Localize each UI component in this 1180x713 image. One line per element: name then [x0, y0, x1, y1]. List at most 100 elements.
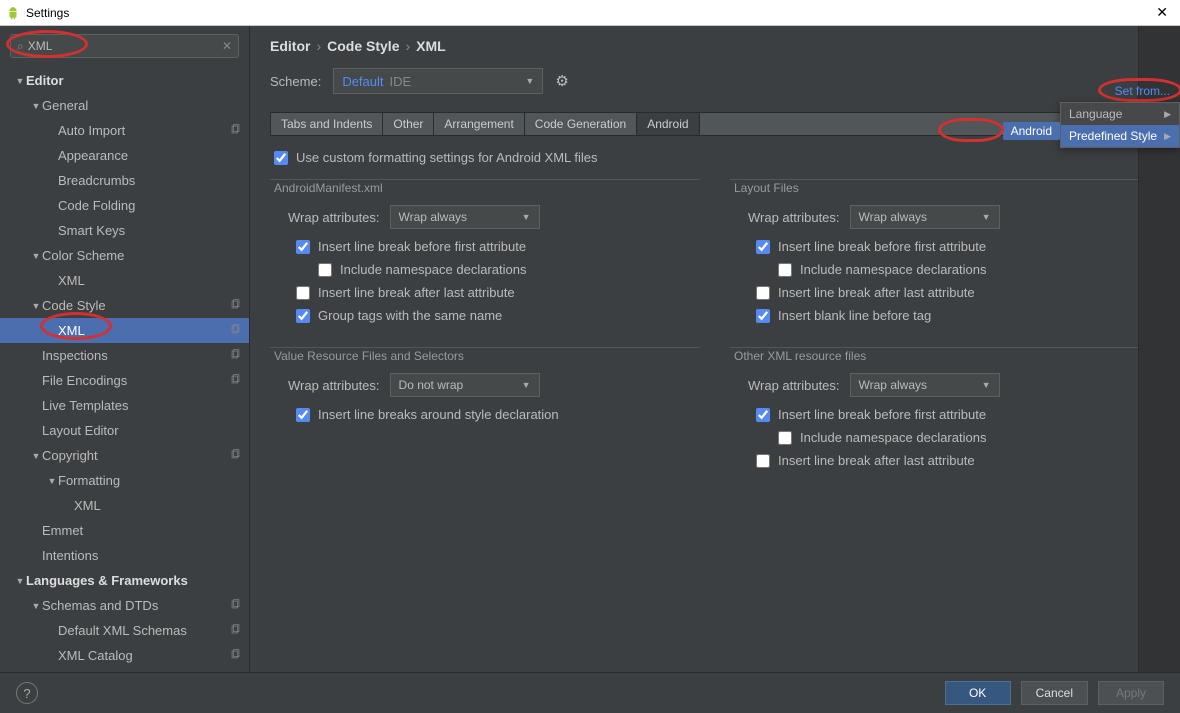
- copy-icon: [230, 299, 241, 313]
- ok-button[interactable]: OK: [945, 681, 1011, 705]
- tree-item-xml[interactable]: XML: [0, 493, 249, 518]
- tree-item-live-templates[interactable]: Live Templates: [0, 393, 249, 418]
- tree-item-breadcrumbs[interactable]: Breadcrumbs: [0, 168, 249, 193]
- arrow-icon: [30, 251, 42, 261]
- title-text: Settings: [26, 6, 69, 20]
- close-icon[interactable]: ✕: [1150, 4, 1174, 21]
- help-icon[interactable]: ?: [16, 682, 38, 704]
- tree-item-code-style[interactable]: Code Style: [0, 293, 249, 318]
- tree-label: XML: [58, 323, 230, 338]
- chk-blank-layout[interactable]: [756, 309, 770, 323]
- tree-item-code-folding[interactable]: Code Folding: [0, 193, 249, 218]
- tree-label: XML: [74, 498, 241, 513]
- copy-icon: [230, 324, 241, 338]
- tree-label: Schemas and DTDs: [42, 598, 230, 613]
- tree-label: Formatting: [58, 473, 241, 488]
- menu-predefined[interactable]: Predefined Style▶: [1061, 125, 1179, 147]
- scheme-label: Scheme:: [270, 74, 321, 89]
- tree-item-editor[interactable]: Editor: [0, 68, 249, 93]
- tab-code-generation[interactable]: Code Generation: [525, 113, 637, 135]
- tree-item-xml[interactable]: XML: [0, 318, 249, 343]
- chk-ns-manifest[interactable]: [318, 263, 332, 277]
- tree-item-auto-import[interactable]: Auto Import: [0, 118, 249, 143]
- chk-ns-other[interactable]: [778, 431, 792, 445]
- breadcrumb: Editor›Code Style›XML: [270, 38, 1160, 54]
- submenu-android[interactable]: Android: [1003, 122, 1060, 140]
- wrap-select-other[interactable]: Wrap always▼: [850, 373, 1000, 397]
- use-custom-label: Use custom formatting settings for Andro…: [296, 150, 598, 165]
- wrap-select-layout[interactable]: Wrap always▼: [850, 205, 1000, 229]
- tree-item-xml[interactable]: XML: [0, 268, 249, 293]
- sidebar: ⌕ ✕ Editor General Auto Import Appearance Br…: [0, 26, 250, 672]
- tree-item-inspections[interactable]: Inspections: [0, 343, 249, 368]
- tree-label: Code Folding: [58, 198, 241, 213]
- footer: ? OK Cancel Apply: [0, 672, 1180, 713]
- chevron-down-icon: ▼: [525, 76, 534, 86]
- setfrom-menu: Language▶ Predefined Style▶: [1060, 102, 1180, 148]
- chk-group-manifest[interactable]: [296, 309, 310, 323]
- copy-icon: [230, 124, 241, 138]
- tree-item-intentions[interactable]: Intentions: [0, 543, 249, 568]
- apply-button[interactable]: Apply: [1098, 681, 1164, 705]
- copy-icon: [230, 349, 241, 363]
- wrap-select-manifest[interactable]: Wrap always▼: [390, 205, 540, 229]
- tree-label: Copyright: [42, 448, 230, 463]
- tree-item-color-scheme[interactable]: Color Scheme: [0, 243, 249, 268]
- tree-item-copyright[interactable]: Copyright: [0, 443, 249, 468]
- tree-label: Layout Editor: [42, 423, 241, 438]
- tab-tabs-and-indents[interactable]: Tabs and Indents: [271, 113, 383, 135]
- clear-search-icon[interactable]: ✕: [222, 39, 232, 53]
- tree-item-schemas-and-dtds[interactable]: Schemas and DTDs: [0, 593, 249, 618]
- tree-item-appearance[interactable]: Appearance: [0, 143, 249, 168]
- titlebar: Settings ✕: [0, 0, 1180, 26]
- chk-ns-layout[interactable]: [778, 263, 792, 277]
- arrow-icon: [14, 576, 26, 586]
- arrow-icon: [30, 101, 42, 111]
- chk-lb-style-values[interactable]: [296, 408, 310, 422]
- chk-lb-last-manifest[interactable]: [296, 286, 310, 300]
- tree-item-xml-catalog[interactable]: XML Catalog: [0, 643, 249, 668]
- tree-label: Auto Import: [58, 123, 230, 138]
- tree-label: Color Scheme: [42, 248, 241, 263]
- copy-icon: [230, 624, 241, 638]
- tree-label: General: [42, 98, 241, 113]
- chk-lb-first-layout[interactable]: [756, 240, 770, 254]
- cancel-button[interactable]: Cancel: [1021, 681, 1088, 705]
- use-custom-checkbox[interactable]: [274, 151, 288, 165]
- chk-lb-first-other[interactable]: [756, 408, 770, 422]
- tree-label: Live Templates: [42, 398, 241, 413]
- tree-label: Appearance: [58, 148, 241, 163]
- wrap-attr-label: Wrap attributes:: [288, 210, 380, 225]
- tree-label: XML: [58, 273, 241, 288]
- tree-label: Smart Keys: [58, 223, 241, 238]
- set-from-link[interactable]: Set from...: [1109, 82, 1180, 100]
- tree-label: Intentions: [42, 548, 241, 563]
- settings-tree: Editor General Auto Import Appearance Breadc…: [0, 64, 249, 672]
- arrow-icon: [30, 601, 42, 611]
- menu-language[interactable]: Language▶: [1061, 103, 1179, 125]
- scheme-select[interactable]: DefaultIDE ▼: [333, 68, 543, 94]
- tree-label: Default XML Schemas: [58, 623, 230, 638]
- chk-lb-first-manifest[interactable]: [296, 240, 310, 254]
- tab-android[interactable]: Android: [637, 113, 699, 135]
- tree-item-default-xml-schemas[interactable]: Default XML Schemas: [0, 618, 249, 643]
- chk-lb-last-other[interactable]: [756, 454, 770, 468]
- tree-item-formatting[interactable]: Formatting: [0, 468, 249, 493]
- copy-icon: [230, 449, 241, 463]
- tree-label: Languages & Frameworks: [26, 573, 241, 588]
- tree-item-smart-keys[interactable]: Smart Keys: [0, 218, 249, 243]
- group-other: Other XML resource files Wrap attributes…: [730, 339, 1160, 472]
- tab-other[interactable]: Other: [383, 113, 434, 135]
- tree-item-file-encodings[interactable]: File Encodings: [0, 368, 249, 393]
- tree-item-languages-&-frameworks[interactable]: Languages & Frameworks: [0, 568, 249, 593]
- search-input[interactable]: ⌕ ✕: [10, 34, 239, 58]
- tree-item-layout-editor[interactable]: Layout Editor: [0, 418, 249, 443]
- wrap-select-values[interactable]: Do not wrap▼: [390, 373, 540, 397]
- gear-icon[interactable]: ⚙: [555, 72, 568, 90]
- chk-lb-last-layout[interactable]: [756, 286, 770, 300]
- tab-arrangement[interactable]: Arrangement: [434, 113, 524, 135]
- tree-label: Code Style: [42, 298, 230, 313]
- tree-item-emmet[interactable]: Emmet: [0, 518, 249, 543]
- search-field[interactable]: [28, 39, 222, 53]
- tree-item-general[interactable]: General: [0, 93, 249, 118]
